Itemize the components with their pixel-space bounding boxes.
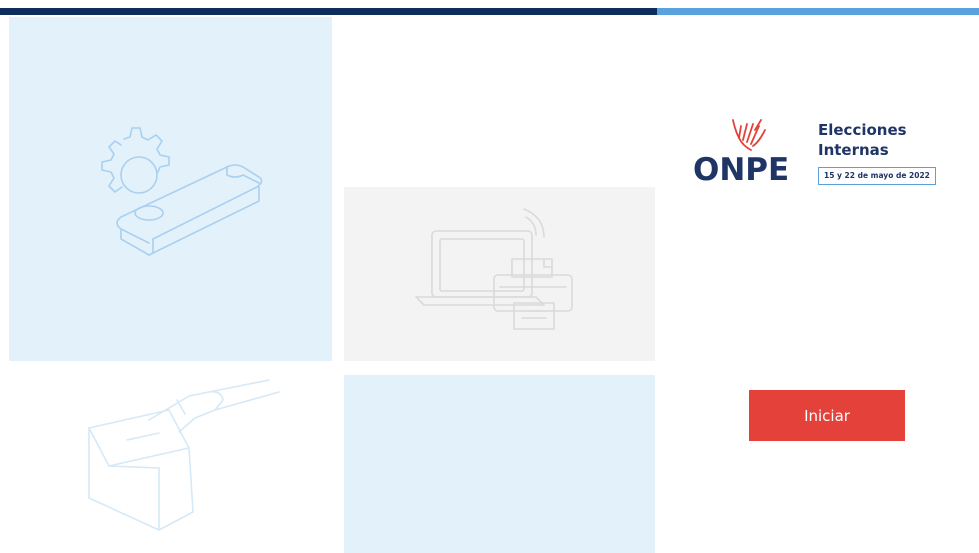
top-bar-light-segment	[657, 8, 979, 15]
blank-tile	[344, 375, 655, 553]
election-title: Elecciones Internas	[818, 120, 948, 160]
laptop-printer-tile	[344, 187, 655, 361]
brand-wordmark: ONPE	[693, 152, 790, 188]
election-title-line2: Internas	[818, 141, 889, 159]
election-title-line1: Elecciones	[818, 121, 907, 139]
usb-key-gear-icon	[101, 127, 263, 256]
election-date-badge: 15 y 22 de mayo de 2022	[818, 167, 936, 185]
ballot-box-tile	[9, 370, 332, 553]
laptop-printer-icon	[415, 208, 573, 330]
top-progress-bar	[0, 8, 979, 15]
usb-key-tile	[9, 17, 332, 361]
start-button[interactable]: Iniciar	[749, 390, 905, 441]
raised-hand-icon	[732, 119, 766, 151]
ballot-box-icon	[88, 379, 280, 531]
app-window: ONPE Elecciones Internas 15 y 22 de mayo…	[0, 0, 979, 553]
top-bar-dark-segment	[0, 8, 657, 15]
onpe-logo: ONPE Elecciones Internas 15 y 22 de mayo…	[693, 116, 963, 196]
